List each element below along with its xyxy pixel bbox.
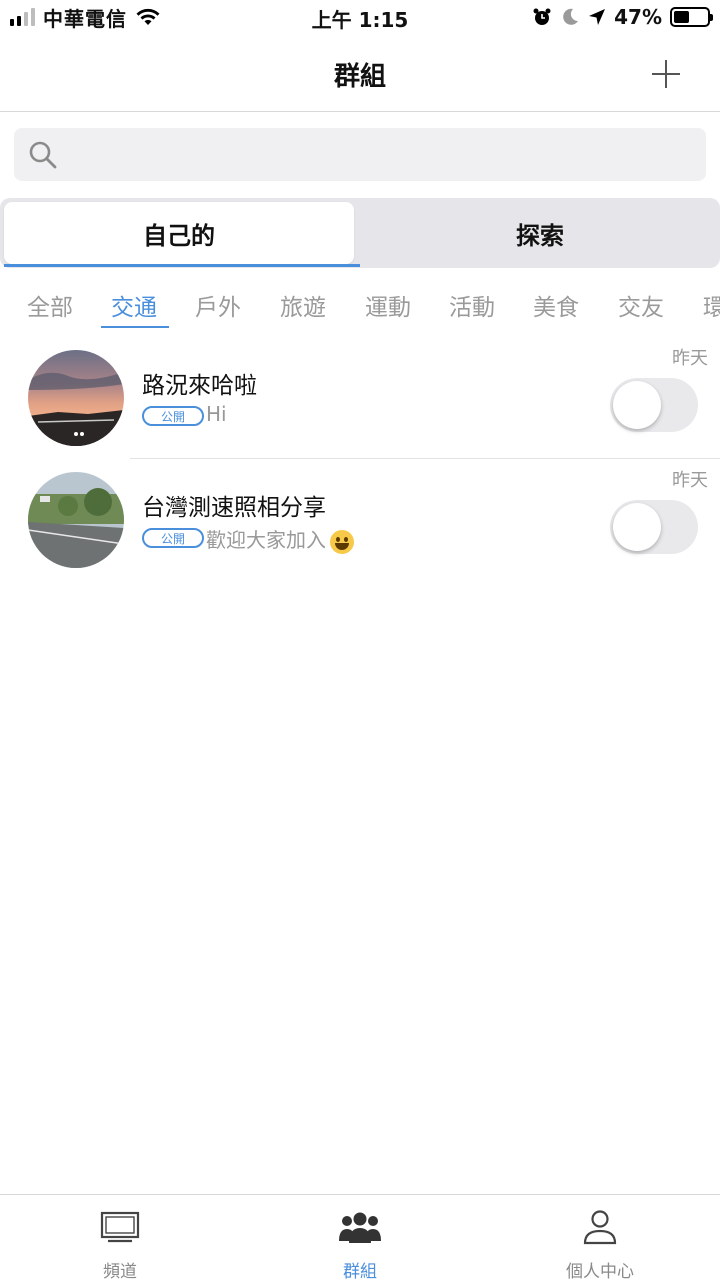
public-badge: 公開 xyxy=(142,406,204,426)
plus-icon[interactable] xyxy=(652,60,680,88)
battery-percent: 47% xyxy=(614,5,662,29)
notification-toggle[interactable] xyxy=(610,500,698,554)
category-tab-food[interactable]: 美食 xyxy=(533,288,579,322)
notification-toggle[interactable] xyxy=(610,378,698,432)
list-item[interactable]: 台灣測速照相分享 公開 歡迎大家加入 昨天 xyxy=(0,462,720,584)
message-time: 昨天 xyxy=(672,470,708,491)
segment-explore[interactable]: 探索 xyxy=(360,198,720,268)
person-icon xyxy=(583,1210,617,1245)
group-name: 路況來哈啦 xyxy=(142,373,257,399)
tab-channels[interactable]: 頻道 xyxy=(0,1195,240,1280)
last-message-text: 歡迎大家加入 xyxy=(206,528,326,552)
tab-label: 頻道 xyxy=(103,1262,137,1280)
avatar xyxy=(28,350,124,446)
tab-label: 個人中心 xyxy=(566,1262,634,1280)
tv-icon xyxy=(100,1211,140,1243)
last-message: Hi xyxy=(206,402,227,426)
grinning-face-emoji xyxy=(330,529,354,554)
category-tab-sports[interactable]: 運動 xyxy=(365,288,411,322)
group-name: 台灣測速照相分享 xyxy=(142,495,326,521)
last-message: 歡迎大家加入 xyxy=(206,524,354,554)
nav-header: 群組 xyxy=(0,34,720,112)
toggle-knob xyxy=(613,381,661,429)
category-tab-events[interactable]: 活動 xyxy=(449,288,495,322)
category-tab-environment[interactable]: 環 xyxy=(703,288,720,322)
battery-icon xyxy=(670,7,713,27)
category-tab-travel[interactable]: 旅遊 xyxy=(280,288,326,322)
category-tab-friends[interactable]: 交友 xyxy=(618,288,664,322)
row-divider xyxy=(130,458,720,459)
tab-label: 群組 xyxy=(343,1262,377,1280)
list-item[interactable]: 路況來哈啦 公開 Hi 昨天 xyxy=(0,340,720,462)
moon-icon xyxy=(563,8,579,25)
message-time: 昨天 xyxy=(672,348,708,369)
public-badge: 公開 xyxy=(142,528,204,548)
alarm-icon xyxy=(533,8,551,25)
segment-mine[interactable]: 自己的 xyxy=(4,202,354,264)
category-selected-indicator xyxy=(101,326,169,328)
status-right: 47% xyxy=(532,4,713,30)
tab-profile[interactable]: 個人中心 xyxy=(480,1195,720,1280)
tab-bar: 頻道 群組 個人中心 xyxy=(0,1194,720,1280)
search-icon xyxy=(29,141,57,169)
page-title: 群組 xyxy=(333,62,386,92)
avatar xyxy=(28,472,124,568)
group-icon xyxy=(339,1212,381,1243)
category-tabs: 全部 交通 戶外 旅遊 運動 活動 美食 交友 環 xyxy=(0,280,720,330)
tab-groups[interactable]: 群組 xyxy=(240,1195,480,1280)
search-bar[interactable] xyxy=(14,128,706,181)
status-bar: 中華電信 上午 1:15 47% xyxy=(0,0,720,34)
category-tab-outdoor[interactable]: 戶外 xyxy=(195,288,241,322)
category-tab-all[interactable]: 全部 xyxy=(27,288,73,322)
toggle-knob xyxy=(613,503,661,551)
location-arrow-icon xyxy=(589,9,606,25)
search-input[interactable] xyxy=(74,128,696,181)
category-tab-traffic[interactable]: 交通 xyxy=(111,288,157,322)
segment-selected-indicator xyxy=(4,264,360,267)
segmented-control: 自己的 探索 xyxy=(0,198,720,268)
